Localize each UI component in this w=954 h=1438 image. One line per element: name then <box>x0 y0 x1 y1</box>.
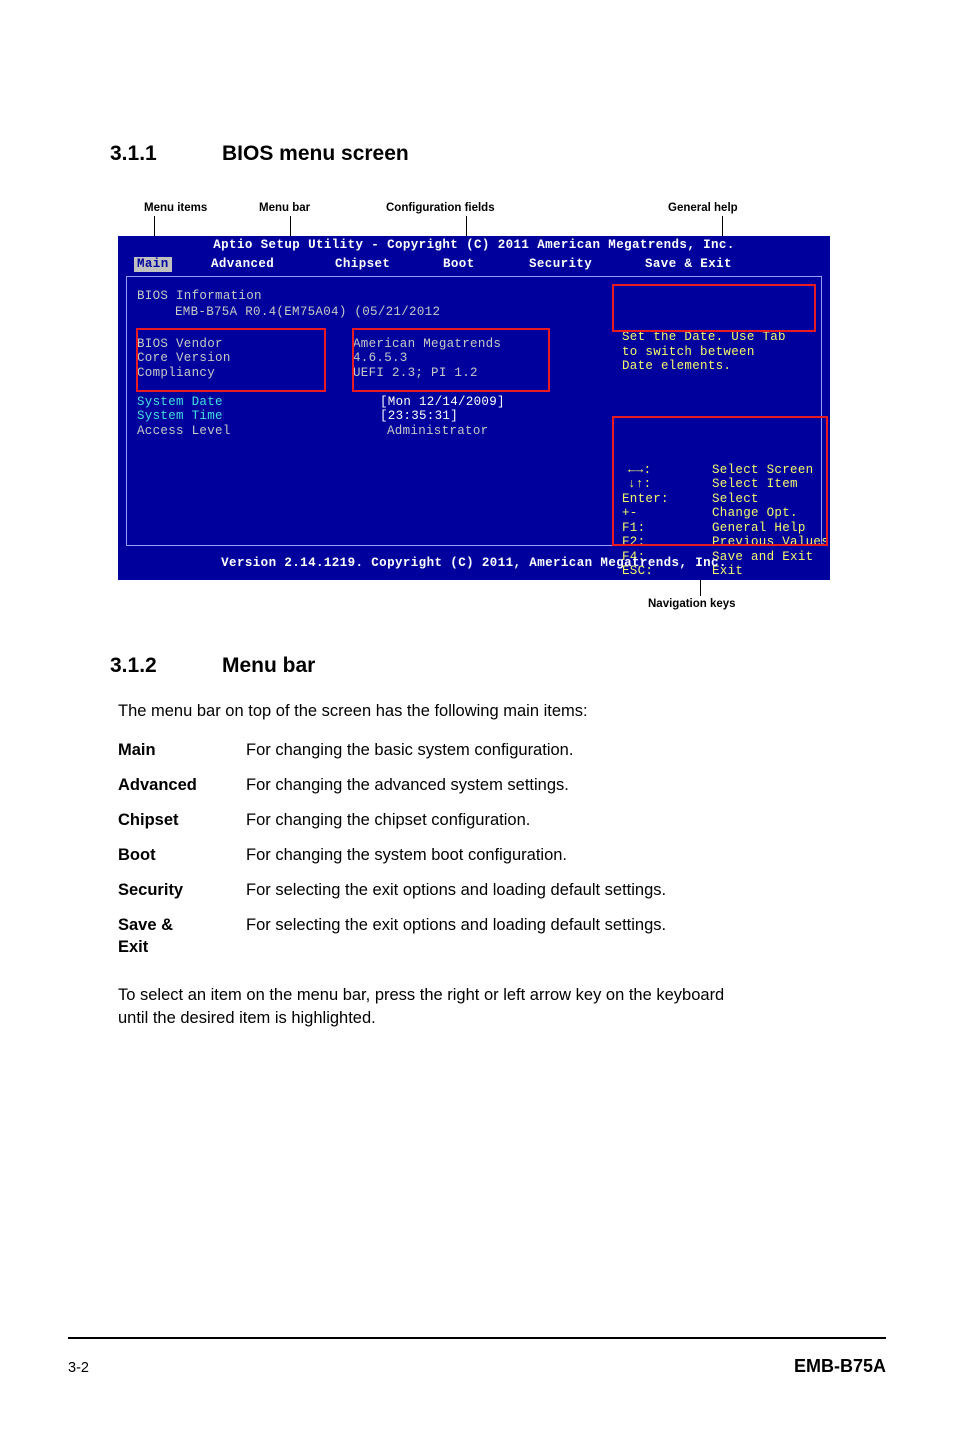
definition-row-security: Security For selecting the exit options … <box>118 879 878 901</box>
nav-desc-1: Select Item <box>712 477 798 491</box>
bios-item-core-version: Core Version <box>137 351 231 365</box>
bios-value-core-version: 4.6.5.3 <box>353 351 408 365</box>
menubar-intro-text: The menu bar on top of the screen has th… <box>118 702 588 720</box>
definition-term-main: Main <box>118 741 156 759</box>
definition-desc-save-exit: For selecting the exit options and loadi… <box>246 916 667 934</box>
definition-term-save-exit: Save & Exit <box>118 916 174 956</box>
bios-info-line: EMB-B75A R0.4(EM75A04) (05/21/2012 <box>175 305 441 319</box>
bios-value-bios-vendor: American Megatrends <box>353 337 502 351</box>
definition-row-chipset: Chipset For changing the chipset configu… <box>118 809 878 831</box>
nav-desc-2: Select <box>712 492 759 506</box>
definition-term-security: Security <box>118 881 184 899</box>
nav-desc-0: Select Screen <box>712 463 814 477</box>
menu-item-chipset[interactable]: Chipset <box>335 257 390 272</box>
bios-item-system-date[interactable]: System Date <box>137 395 223 410</box>
bios-value-system-date[interactable]: [Mon 12/14/2009] <box>380 395 505 410</box>
callout-menu-bar: Menu bar <box>259 202 311 214</box>
menu-item-advanced[interactable]: Advanced <box>211 257 274 272</box>
section-heading-3-1-2: 3.1.2 Menu bar <box>110 654 315 678</box>
section-heading-3-1-1: 3.1.1 BIOS menu screen <box>110 142 409 166</box>
definition-term-boot: Boot <box>118 846 156 864</box>
bios-value-system-time[interactable]: [23:35:31] <box>380 409 458 424</box>
bios-screen: Aptio Setup Utility - Copyright (C) 2011… <box>118 236 830 580</box>
bios-item-bios-vendor: BIOS Vendor <box>137 337 223 351</box>
bios-item-system-time[interactable]: System Time <box>137 409 223 424</box>
nav-desc-5: Previous Values <box>712 535 830 549</box>
nav-key-2: Enter: <box>622 492 669 506</box>
footer-model-name: EMB-B75A <box>793 1356 886 1376</box>
nav-desc-4: General Help <box>712 521 806 535</box>
section-number: 3.1.1 <box>110 142 157 165</box>
bios-item-access-level: Access Level <box>137 424 231 438</box>
nav-key-3: +- <box>622 506 638 520</box>
bios-title-bar: Aptio Setup Utility - Copyright (C) 2011… <box>213 238 735 252</box>
bios-value-access-level: Administrator <box>387 424 489 438</box>
section-title-2: Menu bar <box>222 654 316 677</box>
definition-term-chipset: Chipset <box>118 811 179 829</box>
section-title: BIOS menu screen <box>222 142 409 165</box>
bios-info-header: BIOS Information <box>137 289 262 303</box>
footer-page-number: 3-2 <box>68 1360 89 1376</box>
callout-navigation-keys: Navigation keys <box>648 598 736 610</box>
definition-desc-chipset: For changing the chipset configuration. <box>246 811 531 829</box>
nav-key-4: F1: <box>622 521 646 535</box>
menu-item-main[interactable]: Main <box>134 257 172 272</box>
definition-desc-advanced: For changing the advanced system setting… <box>246 776 569 794</box>
bios-menu-bar: Main Advanced Chipset Boot Security Save… <box>118 256 830 273</box>
menubar-outro-line1: To select an item on the menu bar, press… <box>118 986 725 1004</box>
bios-general-help-text: Set the Date. Use Tab to switch between … <box>622 330 786 373</box>
menu-item-save-exit[interactable]: Save & Exit <box>645 257 732 272</box>
menu-item-boot[interactable]: Boot <box>443 257 475 272</box>
bios-item-compliancy: Compliancy <box>137 366 216 380</box>
menu-bar-definition-list: Main For changing the basic system confi… <box>118 739 878 971</box>
bios-body-panel: BIOS Information EMB-B75A R0.4(EM75A04) … <box>126 276 829 578</box>
definition-desc-security: For selecting the exit options and loadi… <box>246 881 667 899</box>
definition-term-advanced: Advanced <box>118 776 197 794</box>
nav-key-5: F2: <box>622 535 646 549</box>
nav-key-0: ←→: <box>628 463 652 477</box>
section-number-2: 3.1.2 <box>110 654 157 677</box>
menu-item-security[interactable]: Security <box>529 257 592 272</box>
definition-row-main: Main For changing the basic system confi… <box>118 739 878 761</box>
definition-row-boot: Boot For changing the system boot config… <box>118 844 878 866</box>
definition-desc-main: For changing the basic system configurat… <box>246 741 574 759</box>
definition-row-save-exit: Save & Exit For selecting the exit optio… <box>118 914 878 958</box>
definition-desc-boot: For changing the system boot configurati… <box>246 846 568 864</box>
callout-menu-items: Menu items <box>144 202 208 214</box>
callout-general-help: General help <box>668 202 738 214</box>
nav-key-1: ↓↑: <box>628 477 652 491</box>
bios-footer-bar: Version 2.14.1219. Copyright (C) 2011, A… <box>221 556 727 570</box>
nav-desc-3: Change Opt. <box>712 506 798 520</box>
bios-value-compliancy: UEFI 2.3; PI 1.2 <box>353 366 478 380</box>
menubar-outro-line2: until the desired item is highlighted. <box>118 1009 376 1027</box>
definition-row-advanced: Advanced For changing the advanced syste… <box>118 774 878 796</box>
callout-configuration-fields: Configuration fields <box>386 202 495 214</box>
footer-divider <box>68 1337 886 1339</box>
